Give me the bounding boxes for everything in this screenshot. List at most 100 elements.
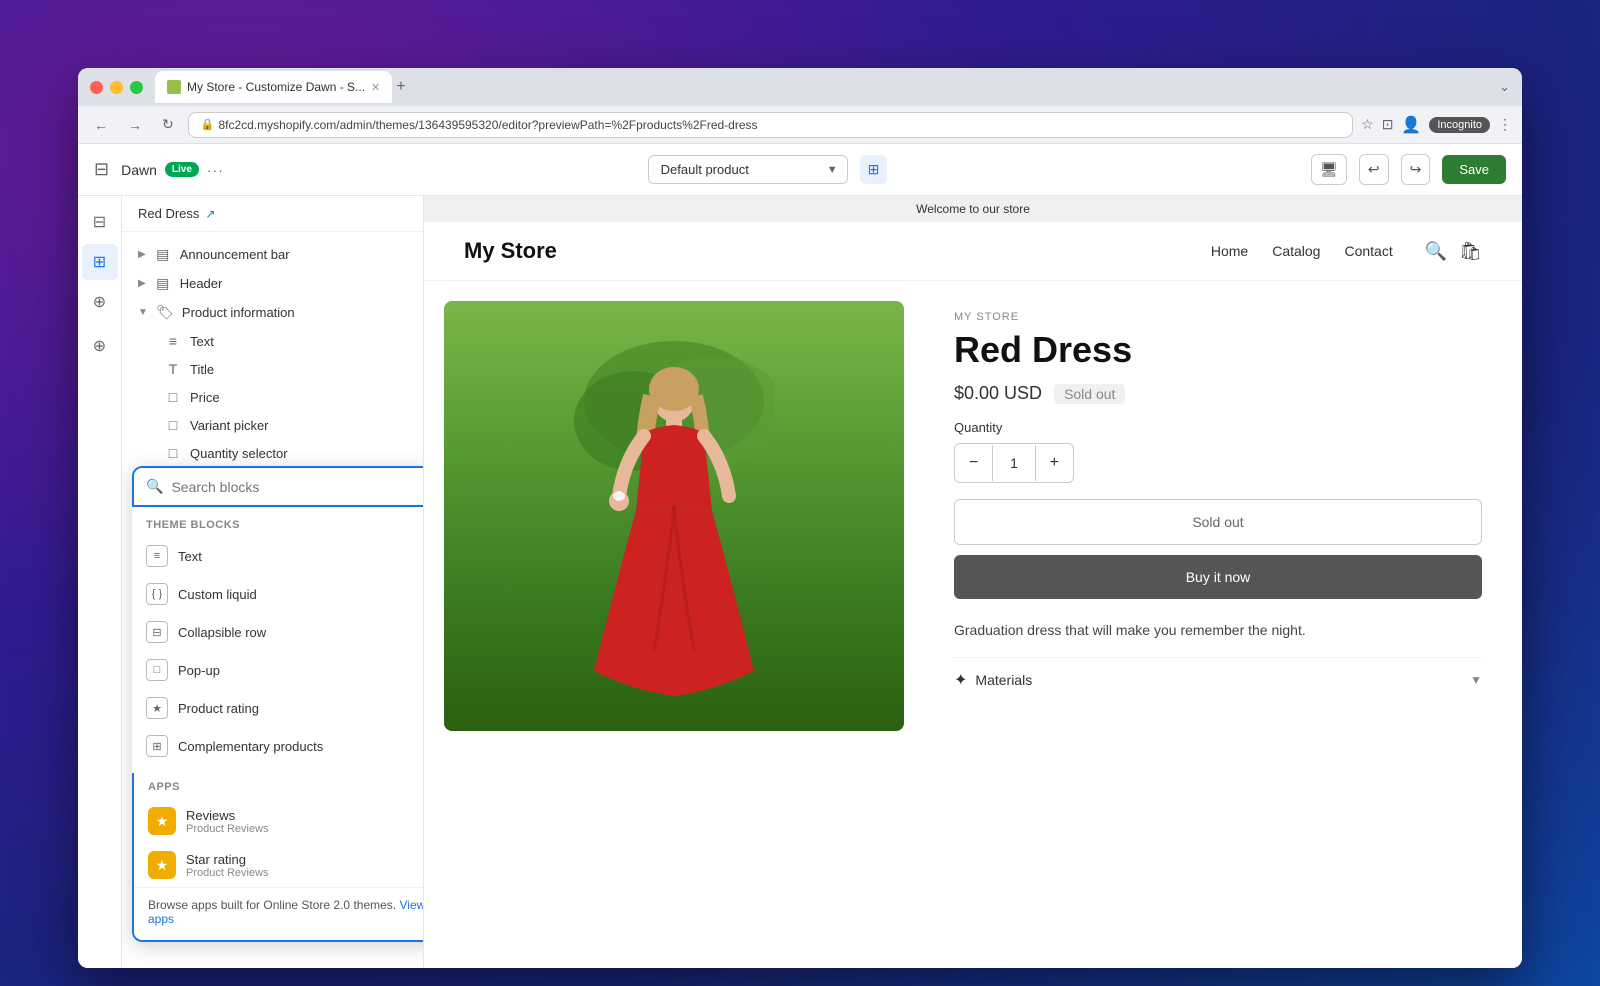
block-popup[interactable]: □ Pop-up [132,651,424,689]
reload-button[interactable]: ↻ [156,112,180,137]
materials-row-label: ✦ Materials [954,670,1032,690]
tab-collapse-button[interactable]: ⌄ [1499,79,1510,95]
apps-footer: Browse apps built for Online Store 2.0 t… [134,887,424,936]
product-price-row: $0.00 USD Sold out [954,383,1482,404]
product-info: MY STORE Red Dress $0.00 USD Sold out Qu… [934,301,1502,731]
grid-view-button[interactable]: ⊞ [860,155,888,184]
add-section-icon-button[interactable]: ⊕ [82,284,118,320]
block-product-rating[interactable]: ★ Product rating [132,689,424,727]
menu-icon[interactable]: ⋮ [1498,116,1512,133]
breadcrumb-link[interactable]: ↗ [205,207,215,221]
star-rating-app-icon: ★ [148,851,176,879]
header-label: Header [180,276,223,291]
text-label: Text [190,334,214,349]
search-icon: 🔍 [146,478,163,495]
apps-icon-button[interactable]: ⊕ [82,328,118,364]
search-icon[interactable]: 🔍 [1425,241,1447,262]
buy-now-button[interactable]: Buy it now [954,555,1482,599]
apps-section: APPS ★ Reviews Product Reviews ★ Star r [132,773,424,942]
sidebar-item-text[interactable]: ≡ Text [122,327,423,355]
product-selector-wrapper: Default product ▼ [648,155,848,184]
app-reviews[interactable]: ★ Reviews Product Reviews [134,799,424,843]
search-blocks-input[interactable] [171,479,424,495]
forward-button[interactable]: → [122,113,148,137]
nav-contact[interactable]: Contact [1344,243,1392,259]
sidebar-item-title[interactable]: T Title [122,355,423,383]
nav-home[interactable]: Home [1211,243,1248,259]
sidebar-item-header[interactable]: ▶ ▤ Header [122,269,423,298]
star-rating-app-name: Star rating [186,852,424,867]
cart-icon[interactable]: 🛍 [1459,241,1482,262]
title-label: Title [190,362,214,377]
collapsible-row-label: Collapsible row [178,625,266,640]
sidebar-item-variant-picker[interactable]: □ Variant picker [122,411,423,439]
quantity-increase-button[interactable]: + [1036,444,1073,482]
sections-icon-button[interactable]: ⊞ [82,244,118,280]
desktop-view-button[interactable]: 🖥 [1311,154,1347,185]
chevron-down-icon: ▼ [138,307,148,318]
product-description: Graduation dress that will make you reme… [954,619,1482,641]
url-text: 8fc2cd.myshopify.com/admin/themes/136439… [218,118,757,132]
maximize-button[interactable] [130,81,143,94]
sidebar-item-price[interactable]: □ Price [122,383,423,411]
product-image-svg [574,341,774,731]
editor-topbar: ⊟ Dawn Live ··· Default product ▼ ⊞ 🖥 ↩ … [78,144,1522,196]
popup-icon: □ [146,659,168,681]
sidebar-item-announcement-bar[interactable]: ▶ ▤ Announcement bar [122,240,423,269]
panel-breadcrumb: Red Dress ↗ [122,196,423,232]
screen-icon[interactable]: ⊡ [1382,116,1394,133]
text-block-label: Text [178,549,202,564]
sold-out-badge: Sold out [1054,384,1125,404]
product-info-icon: 🏷 [156,304,174,321]
custom-liquid-label: Custom liquid [178,587,257,602]
custom-liquid-icon: { } [146,583,168,605]
more-options-button[interactable]: ··· [207,162,224,178]
product-selector[interactable]: Default product [648,155,848,184]
address-input[interactable]: 🔒 8fc2cd.myshopify.com/admin/themes/1364… [188,112,1353,138]
block-text[interactable]: ≡ Text [132,537,424,575]
sold-out-button: Sold out [954,499,1482,545]
search-blocks-popup: 🔍 THEME BLOCKS ≡ Text { } Custom liquid [132,466,424,942]
tab-close-button[interactable]: ✕ [371,81,380,94]
reviews-app-info: Reviews Product Reviews [186,808,424,835]
apps-footer-text: Browse apps built for Online Store 2.0 t… [148,898,396,912]
quantity-selector-label: Quantity selector [190,446,288,461]
materials-row[interactable]: ✦ Materials ▼ [954,657,1482,702]
undo-button[interactable]: ↩ [1359,154,1389,185]
quantity-decrease-button[interactable]: − [955,444,992,482]
variant-picker-label: Variant picker [190,418,269,433]
star-rating-app-info: Star rating Product Reviews [186,852,424,879]
back-button[interactable]: ← [88,113,114,137]
star-rating-app-sub: Product Reviews [186,867,424,879]
save-button[interactable]: Save [1442,155,1506,184]
block-complementary[interactable]: ⊞ Complementary products [132,727,424,765]
app-star-rating[interactable]: ★ Star rating Product Reviews [134,843,424,887]
nav-back-button[interactable]: ⊟ [94,159,109,180]
browser-actions: ☆ ⊡ 👤 Incognito ⋮ [1361,115,1512,135]
traffic-lights [90,81,143,94]
search-input-wrapper: 🔍 [132,466,424,507]
collapsible-row-icon: ⊟ [146,621,168,643]
block-collapsible-row[interactable]: ⊟ Collapsible row [132,613,424,651]
minimize-button[interactable] [110,81,123,94]
header-icon: ▤ [154,275,172,292]
profile-icon[interactable]: 👤 [1401,115,1421,135]
price-label: Price [190,390,220,405]
bookmark-icon[interactable]: ☆ [1361,116,1374,133]
nav-catalog[interactable]: Catalog [1272,243,1320,259]
nav-icon-button[interactable]: ⊟ [82,204,118,240]
redo-button[interactable]: ↪ [1401,154,1431,185]
variant-picker-icon: □ [164,417,182,433]
block-custom-liquid[interactable]: { } Custom liquid [132,575,424,613]
product-image [444,301,904,731]
close-button[interactable] [90,81,103,94]
quantity-value: 1 [992,445,1035,481]
sidebar-icon-panel: ⊟ ⊞ ⊕ ⊕ [78,196,122,968]
sidebar-item-quantity-selector[interactable]: □ Quantity selector [122,439,423,467]
sidebar-item-product-info[interactable]: ▼ 🏷 Product information [122,298,423,327]
chevron-right-icon: ▶ [138,278,146,289]
new-tab-button[interactable]: + [396,78,405,96]
popup-label: Pop-up [178,663,220,678]
active-tab[interactable]: My Store - Customize Dawn - S... ✕ [155,71,392,103]
complementary-label: Complementary products [178,739,323,754]
